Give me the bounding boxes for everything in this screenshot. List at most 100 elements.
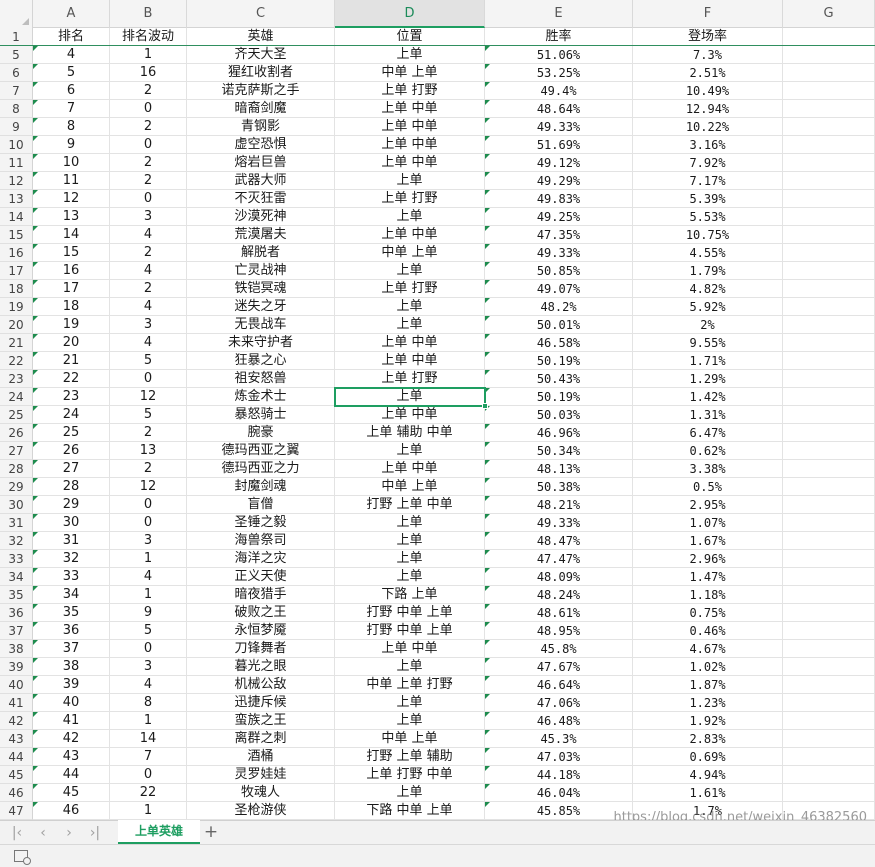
cell-b[interactable]: 2 xyxy=(110,460,187,478)
cell-a[interactable]: 28 xyxy=(33,478,110,496)
cell-a[interactable]: 44 xyxy=(33,766,110,784)
cell-f[interactable]: 0.69% xyxy=(633,748,783,766)
cell-d[interactable]: 上单 辅助 中单 xyxy=(335,424,485,442)
cell-d[interactable]: 上单 xyxy=(335,46,485,64)
cell-c[interactable]: 永恒梦魇 xyxy=(187,622,335,640)
cell-b[interactable]: 8 xyxy=(110,694,187,712)
cell-f[interactable]: 4.67% xyxy=(633,640,783,658)
row-header[interactable]: 22 xyxy=(0,352,33,370)
cell-d[interactable]: 上单 打野 xyxy=(335,190,485,208)
cell-d[interactable]: 中单 上单 xyxy=(335,244,485,262)
cell-b[interactable]: 12 xyxy=(110,388,187,406)
cell-f[interactable]: 1.18% xyxy=(633,586,783,604)
cell-f[interactable]: 3.38% xyxy=(633,460,783,478)
row-header[interactable]: 45 xyxy=(0,766,33,784)
cell-f[interactable]: 1.23% xyxy=(633,694,783,712)
cell-e[interactable]: 48.21% xyxy=(485,496,633,514)
cell-c[interactable]: 圣枪游侠 xyxy=(187,802,335,820)
cell-b[interactable]: 0 xyxy=(110,370,187,388)
cell-g[interactable] xyxy=(783,694,875,712)
cell-b[interactable]: 2 xyxy=(110,82,187,100)
cell-f[interactable]: 0.75% xyxy=(633,604,783,622)
cell-d[interactable]: 上单 xyxy=(335,298,485,316)
cell-b[interactable]: 3 xyxy=(110,208,187,226)
cell-d[interactable]: 下路 中单 上单 xyxy=(335,802,485,820)
cell-e[interactable]: 46.48% xyxy=(485,712,633,730)
cell-a[interactable]: 30 xyxy=(33,514,110,532)
cell-a[interactable]: 21 xyxy=(33,352,110,370)
cell-f[interactable]: 9.55% xyxy=(633,334,783,352)
cell-a[interactable]: 14 xyxy=(33,226,110,244)
row-header[interactable]: 42 xyxy=(0,712,33,730)
cell-g[interactable] xyxy=(783,532,875,550)
cell-b[interactable]: 2 xyxy=(110,280,187,298)
cell-f[interactable]: 1.92% xyxy=(633,712,783,730)
cell-e[interactable]: 48.09% xyxy=(485,568,633,586)
row-header[interactable]: 14 xyxy=(0,208,33,226)
cell-e[interactable]: 49.33% xyxy=(485,118,633,136)
row-header[interactable]: 17 xyxy=(0,262,33,280)
cell-e[interactable]: 50.03% xyxy=(485,406,633,424)
cell-d[interactable]: 中单 上单 xyxy=(335,64,485,82)
row-header[interactable]: 20 xyxy=(0,316,33,334)
cell-b[interactable]: 12 xyxy=(110,478,187,496)
cell-e[interactable]: 47.06% xyxy=(485,694,633,712)
cell-d[interactable]: 打野 中单 上单 xyxy=(335,622,485,640)
row-header[interactable]: 9 xyxy=(0,118,33,136)
cell-a[interactable]: 18 xyxy=(33,298,110,316)
cell-a[interactable]: 20 xyxy=(33,334,110,352)
row-header[interactable]: 7 xyxy=(0,82,33,100)
cell-f[interactable]: 0.46% xyxy=(633,622,783,640)
cell-e[interactable]: 47.47% xyxy=(485,550,633,568)
cell-g[interactable] xyxy=(783,316,875,334)
cell-b[interactable]: 1 xyxy=(110,802,187,820)
cell-a[interactable]: 27 xyxy=(33,460,110,478)
column-header-e[interactable]: E xyxy=(485,0,633,28)
cell-f[interactable]: 10.75% xyxy=(633,226,783,244)
last-sheet-icon[interactable]: ›| xyxy=(86,823,104,843)
cell-c[interactable]: 封魔剑魂 xyxy=(187,478,335,496)
cell-e[interactable]: 49.12% xyxy=(485,154,633,172)
cell-b[interactable]: 1 xyxy=(110,550,187,568)
cell-c[interactable]: 诺克萨斯之手 xyxy=(187,82,335,100)
cell-e[interactable]: 50.01% xyxy=(485,316,633,334)
cell-d[interactable]: 上单 中单 xyxy=(335,460,485,478)
cell-e[interactable]: 46.64% xyxy=(485,676,633,694)
cell-d[interactable]: 上单 中单 xyxy=(335,334,485,352)
row-header[interactable]: 38 xyxy=(0,640,33,658)
row-header[interactable]: 12 xyxy=(0,172,33,190)
cell-e[interactable]: 49.83% xyxy=(485,190,633,208)
cell-b[interactable]: 4 xyxy=(110,676,187,694)
cell-g[interactable] xyxy=(783,136,875,154)
cell-d[interactable]: 上单 xyxy=(335,568,485,586)
cell-c[interactable]: 圣锤之毅 xyxy=(187,514,335,532)
cell-e[interactable]: 50.43% xyxy=(485,370,633,388)
cell-a[interactable]: 6 xyxy=(33,82,110,100)
row-header[interactable]: 5 xyxy=(0,46,33,64)
cell-e[interactable]: 胜率 xyxy=(485,28,633,46)
cell-a[interactable]: 23 xyxy=(33,388,110,406)
cell-f[interactable]: 1.29% xyxy=(633,370,783,388)
cell-f[interactable]: 7.3% xyxy=(633,46,783,64)
row-header[interactable]: 32 xyxy=(0,532,33,550)
cell-g[interactable] xyxy=(783,226,875,244)
cell-a[interactable]: 10 xyxy=(33,154,110,172)
cell-e[interactable]: 45.8% xyxy=(485,640,633,658)
cell-e[interactable]: 48.47% xyxy=(485,532,633,550)
row-header[interactable]: 23 xyxy=(0,370,33,388)
cell-b[interactable]: 1 xyxy=(110,586,187,604)
cell-g[interactable] xyxy=(783,370,875,388)
cell-e[interactable]: 51.06% xyxy=(485,46,633,64)
cell-f[interactable]: 0.5% xyxy=(633,478,783,496)
cell-d[interactable]: 打野 上单 中单 xyxy=(335,496,485,514)
cell-a[interactable]: 13 xyxy=(33,208,110,226)
row-header[interactable]: 34 xyxy=(0,568,33,586)
cell-f[interactable]: 2.51% xyxy=(633,64,783,82)
row-header[interactable]: 28 xyxy=(0,460,33,478)
cell-g[interactable] xyxy=(783,154,875,172)
cell-c[interactable]: 虚空恐惧 xyxy=(187,136,335,154)
cell-g[interactable] xyxy=(783,298,875,316)
cell-e[interactable]: 47.67% xyxy=(485,658,633,676)
cell-c[interactable]: 未来守护者 xyxy=(187,334,335,352)
cell-a[interactable]: 11 xyxy=(33,172,110,190)
